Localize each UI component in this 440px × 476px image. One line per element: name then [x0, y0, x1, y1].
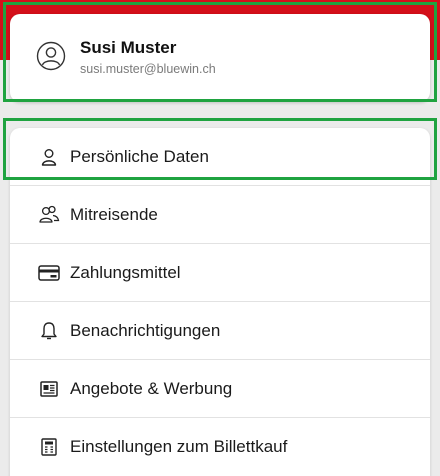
ticket-settings-icon: [38, 436, 60, 458]
profile-card[interactable]: Susi Muster susi.muster@bluewin.ch: [10, 14, 430, 102]
credit-card-icon: [38, 262, 60, 284]
avatar-icon: [36, 41, 66, 71]
menu-item-label: Zahlungsmittel: [70, 262, 181, 282]
menu-item-label: Angebote & Werbung: [70, 378, 233, 398]
user-email: susi.muster@bluewin.ch: [80, 62, 216, 76]
newspaper-icon: [38, 378, 60, 400]
bell-icon: [38, 320, 60, 342]
menu-item-label: Benachrichtigungen: [70, 320, 221, 340]
menu-item-persoenliche-daten[interactable]: Persönliche Daten: [10, 128, 430, 186]
menu-item-mitreisende[interactable]: Mitreisende: [10, 186, 430, 244]
menu-item-zahlungsmittel[interactable]: Zahlungsmittel: [10, 244, 430, 302]
people-icon: [38, 204, 60, 226]
account-menu: Persönliche Daten Mitreisende Zahlungsmi…: [10, 128, 430, 476]
menu-item-einstellungen-billettkauf[interactable]: Einstellungen zum Billettkauf: [10, 418, 430, 476]
menu-item-angebote-werbung[interactable]: Angebote & Werbung: [10, 360, 430, 418]
user-name: Susi Muster: [80, 38, 177, 57]
menu-item-benachrichtigungen[interactable]: Benachrichtigungen: [10, 302, 430, 360]
menu-item-label: Persönliche Daten: [70, 146, 209, 166]
menu-item-label: Mitreisende: [70, 204, 158, 224]
menu-item-label: Einstellungen zum Billettkauf: [70, 437, 288, 456]
person-icon: [38, 146, 60, 168]
